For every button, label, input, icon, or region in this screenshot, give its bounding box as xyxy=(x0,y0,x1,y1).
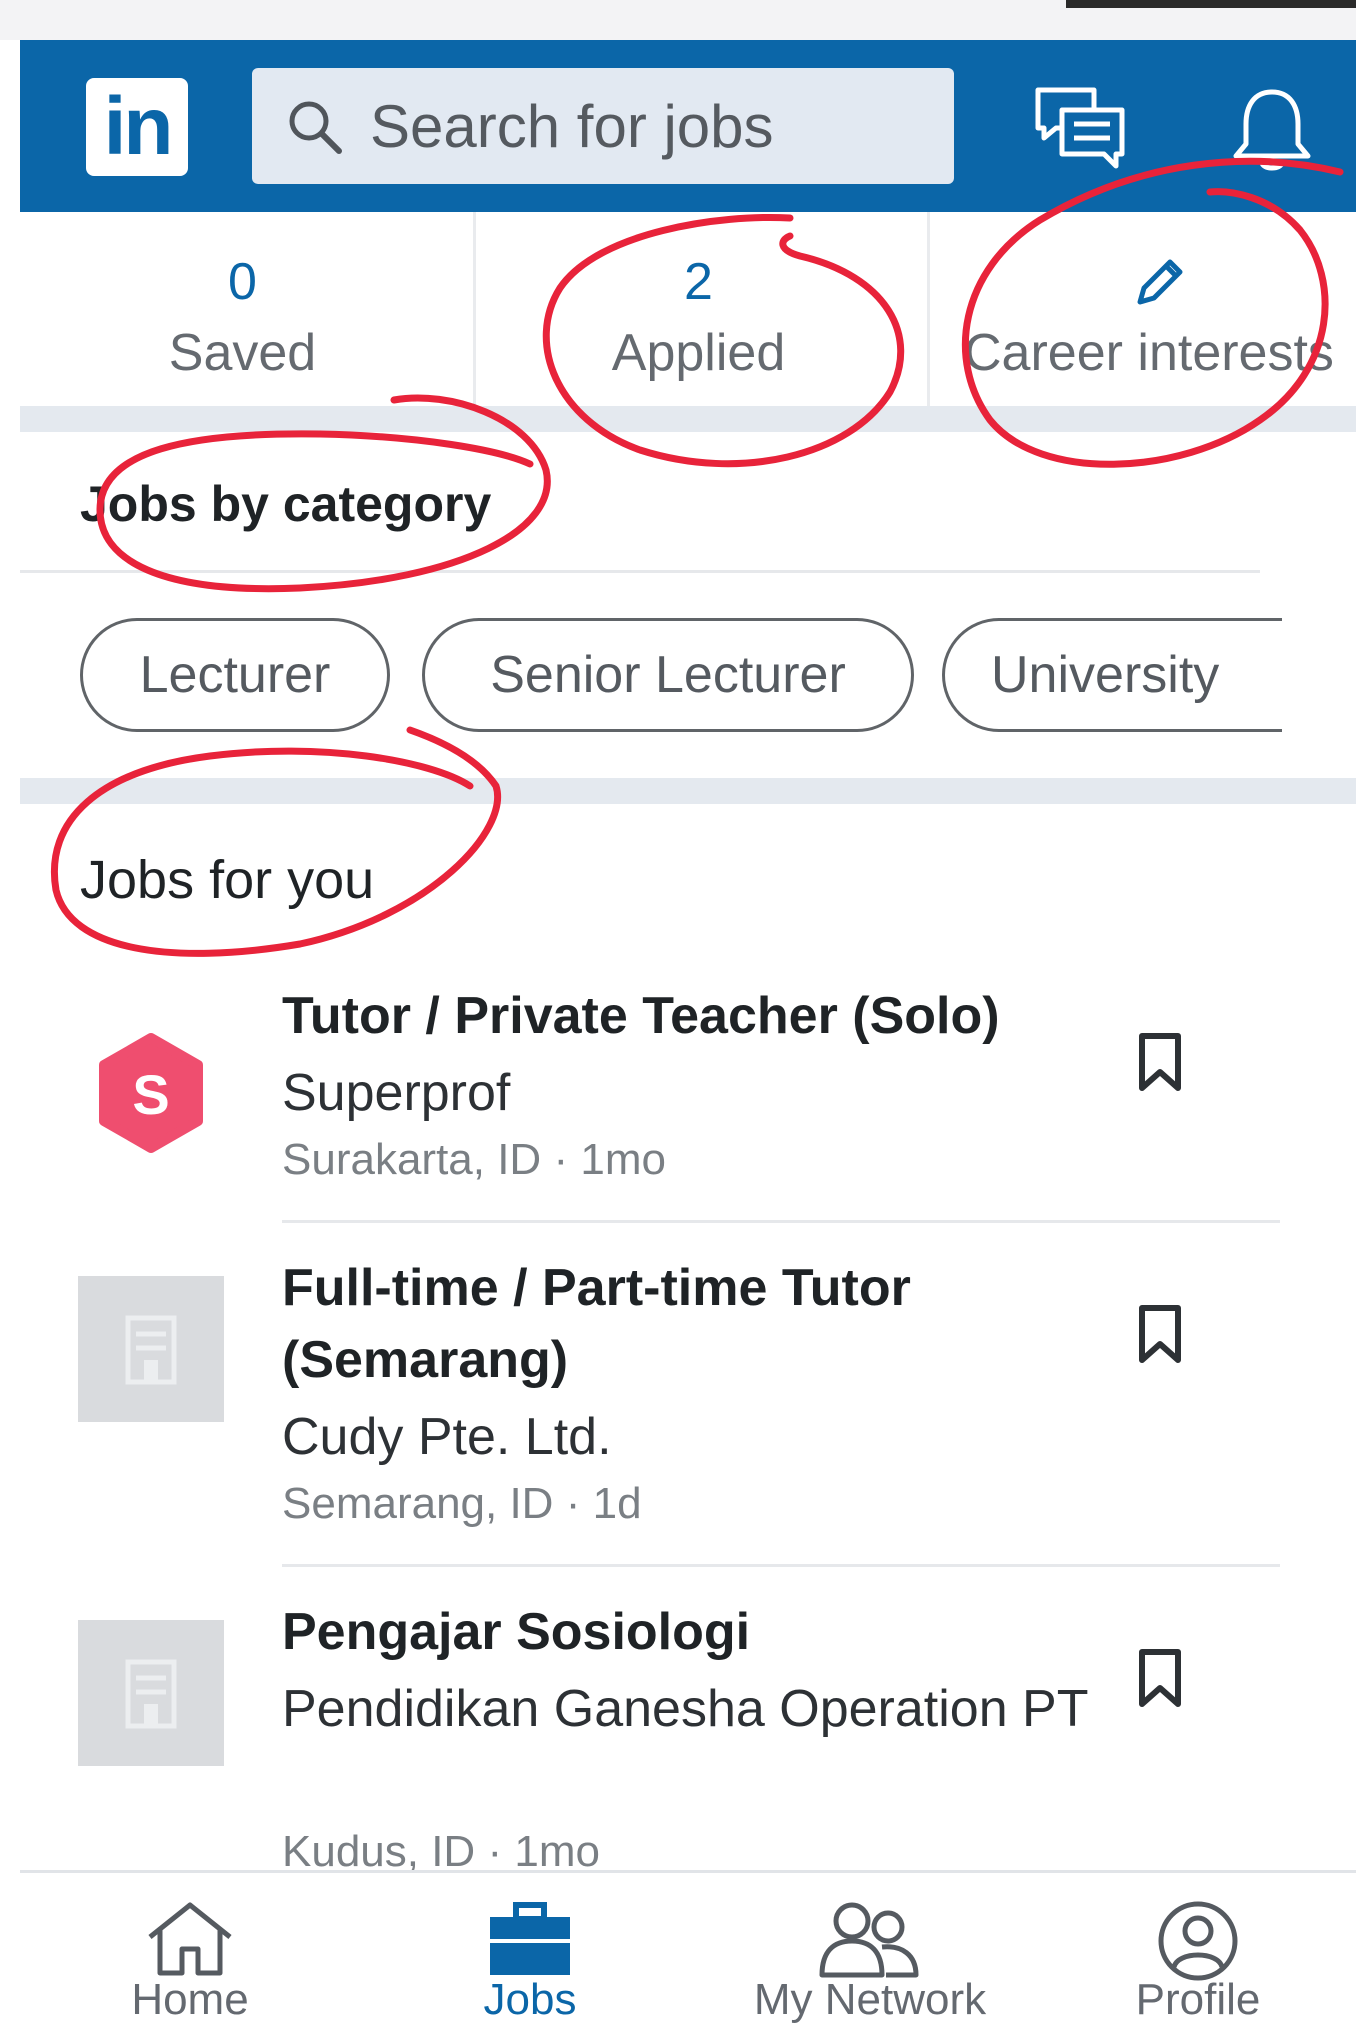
top-strip xyxy=(0,0,1356,40)
bottom-navigation: Home Jobs My Network Profile xyxy=(20,1870,1356,2033)
search-icon xyxy=(289,101,342,154)
nav-jobs-label: Jobs xyxy=(483,1975,577,2024)
applied-label: Applied xyxy=(611,324,786,382)
building-icon xyxy=(125,1659,177,1729)
home-icon xyxy=(148,1902,232,1976)
meta-separator: · xyxy=(487,1827,503,1870)
jobs-by-category-title: Jobs by category xyxy=(80,476,492,532)
job-title[interactable]: Tutor / Private Teacher (Solo) xyxy=(282,980,1122,1052)
saved-count: 0 xyxy=(228,253,257,311)
building-icon xyxy=(125,1315,177,1385)
pencil-icon xyxy=(1137,259,1183,305)
bookmark-icon[interactable] xyxy=(1136,1304,1184,1364)
company-placeholder-logo xyxy=(78,1276,224,1422)
job-company: Pendidikan Ganesha Operation PT xyxy=(282,1680,1089,1738)
job-age: 1d xyxy=(592,1479,642,1528)
people-icon xyxy=(819,1902,919,1978)
job-card[interactable]: Full-time / Part-time Tutor (Semarang) C… xyxy=(20,1252,1356,1582)
search-bar[interactable]: Search for jobs xyxy=(252,68,954,184)
briefcase-icon xyxy=(490,1902,570,1975)
category-chip-senior-lecturer[interactable]: Senior Lecturer xyxy=(422,618,914,732)
bookmark-icon[interactable] xyxy=(1136,1032,1184,1092)
job-location: Surakarta, ID xyxy=(282,1135,542,1184)
company-placeholder-logo xyxy=(78,1620,224,1766)
job-meta: Kudus, ID · 1mo xyxy=(282,1822,600,1870)
career-interests-label: Career interests xyxy=(964,324,1334,382)
job-card[interactable]: S Tutor / Private Teacher (Solo) Superpr… xyxy=(20,980,1356,1260)
job-meta: Semarang, ID · 1d xyxy=(282,1474,642,1534)
career-interests-stat[interactable]: Career interests xyxy=(930,212,1356,406)
job-divider xyxy=(282,1564,1280,1567)
bell-icon[interactable] xyxy=(1230,84,1314,174)
job-age: 1mo xyxy=(580,1135,666,1184)
job-divider xyxy=(282,1220,1280,1223)
job-location: Kudus, ID xyxy=(282,1827,476,1870)
job-title[interactable]: Pengajar Sosiologi xyxy=(282,1596,1122,1668)
job-company: Cudy Pte. Ltd. xyxy=(282,1408,612,1466)
job-card[interactable]: Pengajar Sosiologi Pendidikan Ganesha Op… xyxy=(20,1596,1356,1870)
superprof-logo: S xyxy=(99,1033,203,1153)
search-placeholder: Search for jobs xyxy=(370,93,774,160)
section-separator xyxy=(20,778,1356,804)
jobs-for-you-title: Jobs for you xyxy=(80,850,375,910)
nav-home[interactable]: Home xyxy=(20,1873,360,2036)
profile-icon xyxy=(1158,1901,1238,1981)
nav-home-label: Home xyxy=(131,1975,249,2024)
job-title[interactable]: Full-time / Part-time Tutor (Semarang) xyxy=(282,1252,1122,1396)
job-company: Superprof xyxy=(282,1064,511,1122)
section-separator xyxy=(20,406,1356,432)
applied-count: 2 xyxy=(684,253,713,311)
job-stats-row: 0 Saved 2 Applied Career interests xyxy=(20,212,1356,406)
top-dark-bar xyxy=(1066,0,1356,8)
jobs-app: in Search for jobs 0 Saved 2 Applied Car… xyxy=(20,40,1356,2033)
nav-my-network-label: My Network xyxy=(753,1975,987,2024)
category-chip-lecturer[interactable]: Lecturer xyxy=(80,618,390,732)
nav-jobs[interactable]: Jobs xyxy=(360,1873,700,2036)
category-divider xyxy=(20,570,1260,573)
applied-jobs-stat[interactable]: 2 Applied xyxy=(476,212,921,406)
messaging-icon[interactable] xyxy=(1032,84,1128,174)
meta-separator: · xyxy=(553,1135,569,1184)
nav-my-network[interactable]: My Network xyxy=(700,1873,1040,2036)
job-meta: Surakarta, ID · 1mo xyxy=(282,1130,666,1190)
category-chip-university[interactable]: University xyxy=(942,618,1282,732)
superprof-logo-letter: S xyxy=(132,1063,169,1126)
saved-jobs-stat[interactable]: 0 Saved xyxy=(20,212,465,406)
nav-profile-label: Profile xyxy=(1135,1975,1261,2024)
nav-profile[interactable]: Profile xyxy=(1040,1873,1356,2036)
saved-label: Saved xyxy=(168,324,317,382)
job-age: 1mo xyxy=(514,1827,600,1870)
linkedin-logo[interactable]: in xyxy=(86,78,188,176)
job-location: Semarang, ID xyxy=(282,1479,554,1528)
meta-separator: · xyxy=(565,1479,581,1528)
top-header: in Search for jobs xyxy=(20,40,1356,212)
bookmark-icon[interactable] xyxy=(1136,1648,1184,1708)
